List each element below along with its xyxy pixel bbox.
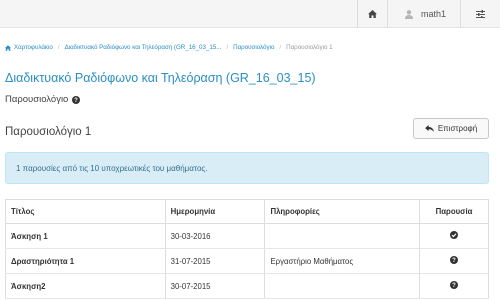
svg-text:?: ? [452,258,456,264]
presence-cell [419,223,489,249]
breadcrumb-current: Παρουσιολόγιο 1 [286,44,333,51]
presence-cell: ? [419,273,489,299]
question-icon: ? [450,281,459,289]
back-button-label: Επιστροφή [437,124,478,133]
reply-arrow-icon [424,125,434,132]
home-button[interactable] [357,0,387,28]
column-header-title: Τίτλος [5,199,166,224]
course-title[interactable]: Διαδικτυακό Ραδιόφωνο και Τηλεόραση (GR_… [5,71,316,85]
activity-date: 31-07-2015 [164,248,265,274]
breadcrumb: Χαρτοφυλάκιο / Διαδικτυακό Ραδιόφωνο και… [5,44,333,51]
attendance-table: Τίτλος Ημερομηνία Πληροφορίες Παρουσία Ά… [5,199,489,299]
back-button[interactable]: Επιστροφή [413,118,489,139]
section-title-label: Παρουσιολόγιο [5,94,69,105]
attendance-info-alert: 1 παρουσίες από τις 10 υποχρεωτικές του … [5,152,489,184]
portfolio-icon [5,44,11,51]
breadcrumb-separator: / [279,44,282,51]
svg-text:?: ? [452,283,456,289]
column-header-presence: Παρουσία [419,199,489,224]
svg-text:?: ? [75,98,79,104]
check-icon [450,231,459,239]
presence-cell: ? [419,248,489,274]
home-icon [367,10,377,18]
column-header-info: Πληροφορίες [264,199,420,224]
table-header-row: Τίτλος Ημερομηνία Πληροφορίες Παρουσία [5,199,489,224]
top-navbar: math1 [0,0,500,28]
table-row: Δραστηριότητα 1 31-07-2015 Εργαστήριο Μα… [5,248,489,274]
alert-text: 1 παρουσίες από τις 10 υποχρεωτικές του … [16,163,208,173]
activity-title: Δραστηριότητα 1 [5,248,166,274]
table-row: Άσκηση2 30-07-2015 ? [5,273,489,299]
column-header-date: Ημερομηνία [164,199,265,224]
activity-info [264,273,420,299]
user-menu-button[interactable]: math1 [387,0,460,28]
table-row: Άσκηση 1 30-03-2016 [5,223,489,249]
breadcrumb-link-attendance[interactable]: Παρουσιολόγιο [233,44,274,51]
activity-date: 30-07-2015 [164,273,265,299]
section-title: Παρουσιολόγιο ? [5,94,81,105]
question-icon: ? [450,256,459,264]
activity-title: Άσκηση2 [5,273,166,299]
page-title: Παρουσιολόγιο 1 [5,126,92,138]
help-icon[interactable]: ? [72,95,81,104]
breadcrumb-separator: / [226,44,229,51]
activity-info: Εργαστήριο Μαθήματος [264,248,420,274]
activity-title: Άσκηση 1 [5,223,166,249]
breadcrumb-link-portfolio[interactable]: Χαρτοφυλάκιο [14,44,53,51]
settings-button[interactable] [460,0,500,28]
activity-date: 30-03-2016 [164,223,265,249]
sliders-icon [475,10,485,18]
breadcrumb-link-course[interactable]: Διαδικτυακό Ραδιόφωνο και Τηλεόραση (GR_… [65,44,222,51]
username-label: math1 [421,9,447,19]
user-icon [405,9,413,19]
breadcrumb-separator: / [57,44,60,51]
activity-info [264,223,420,249]
